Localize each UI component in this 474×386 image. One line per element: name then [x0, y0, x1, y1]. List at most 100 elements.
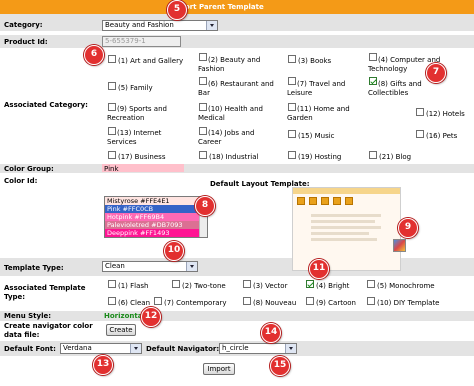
category-checkbox-18[interactable]: [199, 151, 207, 159]
category-option-label: (21) Blog: [379, 153, 412, 161]
menu-style-value: Horizontal: [104, 312, 145, 320]
category-option-label: (1) Art and Gallery: [118, 57, 184, 65]
template-type-checkbox-2[interactable]: [172, 280, 180, 288]
category-checkbox-3[interactable]: [288, 55, 296, 63]
color-option-hotpink[interactable]: Hotpink #FF69B4: [105, 213, 207, 221]
default-navigator-select[interactable]: h_circle: [219, 343, 297, 354]
template-type-value: Clean: [105, 262, 125, 270]
navigator-label: Create navigator color: [4, 322, 93, 330]
color-option-deeppink[interactable]: Deeppink #FF1493: [105, 229, 207, 237]
step-badge: 7: [426, 63, 446, 83]
template-type-option-label: (9) Cartoon: [316, 299, 356, 307]
category-option-label: (2) Beauty and Fashion: [198, 56, 261, 73]
step-badge: 15: [270, 356, 290, 376]
default-navigator-label: Default Navigator:: [146, 345, 220, 353]
template-type-checkbox-10[interactable]: [367, 297, 375, 305]
category-value: Beauty and Fashion: [105, 21, 174, 29]
product-id-label: Product Id:: [4, 38, 48, 46]
category-option-label: (3) Books: [298, 57, 332, 65]
preview-line: [311, 238, 377, 241]
category-option-label: (9) Sports and Recreation: [107, 105, 167, 122]
create-button[interactable]: Create: [106, 324, 136, 336]
category-option-label: (17) Business: [118, 153, 166, 161]
category-checkbox-17[interactable]: [108, 151, 116, 159]
color-option-palevioletred[interactable]: Palevioletred #DB7093: [105, 221, 207, 229]
category-option-label: (12) Hotels: [426, 110, 465, 118]
category-option-label: (15) Music: [298, 132, 335, 140]
preview-line: [311, 226, 381, 229]
category-option-label: (10) Health and Medical: [198, 105, 263, 122]
category-checkbox-16[interactable]: [416, 130, 424, 138]
preview-icon: [309, 197, 317, 205]
template-type-option-label: (2) Two-tone: [182, 282, 226, 290]
template-type-option-label: (8) Nouveau: [253, 299, 297, 307]
template-type-checkbox-8[interactable]: [243, 297, 251, 305]
template-type-label: Template Type:: [4, 264, 64, 272]
default-font-select[interactable]: Verdana: [60, 343, 142, 354]
step-badge: 13: [93, 355, 113, 375]
color-group-label: Color Group:: [4, 165, 54, 173]
preview-icon: [345, 197, 353, 205]
template-type-option-label: (5) Monochrome: [377, 282, 435, 290]
row-template-type: [0, 258, 474, 276]
chevron-down-icon: [130, 344, 141, 353]
category-option-label: (16) Pets: [426, 132, 458, 140]
step-badge: 14: [261, 323, 281, 343]
import-button[interactable]: Import: [203, 363, 235, 375]
category-checkbox-21[interactable]: [369, 151, 377, 159]
template-type-option-label: (7) Contemporary: [164, 299, 227, 307]
category-option-label: (5) Family: [118, 84, 153, 92]
associated-template-type-label: Associated Template: [4, 284, 86, 292]
chevron-down-icon: [285, 344, 296, 353]
color-option-mistyrose[interactable]: Mistyrose #FFE4E1: [105, 197, 207, 205]
category-select[interactable]: Beauty and Fashion: [102, 20, 218, 31]
row-color-group: [0, 164, 474, 173]
preview-line: [311, 232, 369, 235]
category-option-label: (18) Industrial: [209, 153, 259, 161]
color-id-listbox[interactable]: Mistyrose #FFE4E1 Pink #FFC0CB Hotpink #…: [104, 196, 208, 238]
row-category: [0, 14, 474, 31]
template-type-option-label: (10) DIY Template: [377, 299, 440, 307]
category-checkbox-12[interactable]: [416, 108, 424, 116]
category-option-label: (6) Restaurant and Bar: [198, 80, 274, 97]
category-option-label: (19) Hosting: [298, 153, 342, 161]
template-type-option-label: (1) Flash: [118, 282, 149, 290]
preview-header: [293, 188, 400, 194]
template-picker-icon[interactable]: [393, 239, 406, 252]
color-group-value: Pink: [104, 165, 119, 173]
category-checkbox-1[interactable]: [108, 55, 116, 63]
step-badge: 9: [398, 218, 418, 238]
category-label: Category:: [4, 21, 43, 29]
category-option-label: (14) Jobs and Career: [198, 129, 255, 146]
template-type-checkbox-3[interactable]: [243, 280, 251, 288]
category-option-label: (7) Travel and Leisure: [287, 80, 346, 97]
default-font-value: Verdana: [63, 344, 92, 352]
category-checkbox-5[interactable]: [108, 82, 116, 90]
template-type-checkbox-4[interactable]: [306, 280, 314, 288]
template-type-checkbox-9[interactable]: [306, 297, 314, 305]
step-badge: 11: [309, 259, 329, 279]
color-option-pink[interactable]: Pink #FFC0CB: [105, 205, 207, 213]
template-type-option-label: (3) Vector: [253, 282, 288, 290]
preview-icon: [321, 197, 329, 205]
category-checkbox-19[interactable]: [288, 151, 296, 159]
step-badge: 6: [84, 45, 104, 65]
template-type-option-label: (6) Clean: [118, 299, 151, 307]
template-type-option-label: (4) Bright: [316, 282, 350, 290]
step-badge: 10: [164, 241, 184, 261]
template-type-select[interactable]: Clean: [102, 261, 198, 272]
template-type-checkbox-5[interactable]: [367, 280, 375, 288]
default-layout-template-preview[interactable]: [292, 187, 401, 271]
product-id-field[interactable]: 5-655379-1: [102, 36, 181, 47]
row-menu-style: [0, 311, 474, 321]
template-type-checkbox-6[interactable]: [108, 297, 116, 305]
category-checkbox-15[interactable]: [288, 130, 296, 138]
step-badge: 12: [141, 307, 161, 327]
chevron-down-icon: [206, 21, 217, 30]
step-badge: 5: [167, 0, 187, 20]
row-product-id: [0, 35, 474, 48]
template-type-checkbox-7[interactable]: [154, 297, 162, 305]
category-option-label: (11) Home and Garden: [287, 105, 350, 122]
template-type-checkbox-1[interactable]: [108, 280, 116, 288]
category-option-label: (13) Internet Services: [107, 129, 162, 146]
